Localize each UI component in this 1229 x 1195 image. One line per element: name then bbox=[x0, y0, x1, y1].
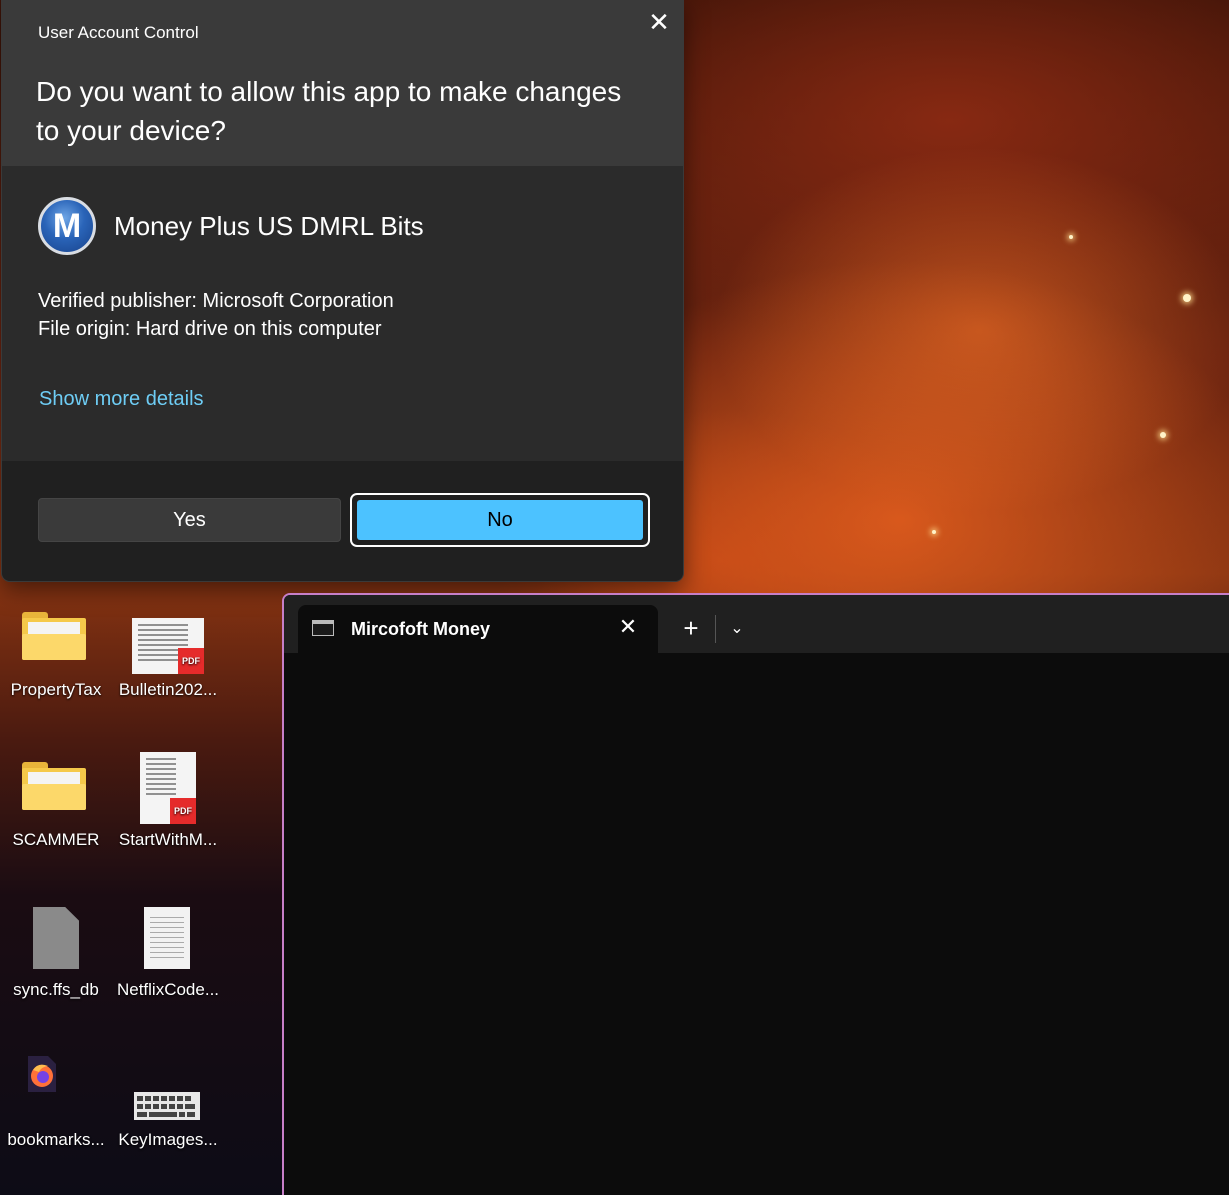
desktop-icon-label: SCAMMER bbox=[12, 830, 100, 849]
terminal-content-area[interactable] bbox=[284, 653, 1229, 1195]
desktop-icon-scammer[interactable]: SCAMMER bbox=[0, 750, 112, 860]
desktop-icon-label: NetflixCode... bbox=[116, 980, 220, 999]
pdf-file-icon: PDF bbox=[132, 618, 204, 674]
uac-window-title: User Account Control bbox=[38, 23, 199, 42]
generic-file-icon bbox=[33, 907, 79, 969]
folder-icon bbox=[22, 762, 86, 810]
desktop-icon-label: sync.ffs_db bbox=[13, 980, 99, 999]
desktop-icon-label: KeyImages... bbox=[118, 1130, 218, 1149]
tab-close-icon[interactable]: ✕ bbox=[616, 613, 640, 641]
desktop-icon-label: StartWithM... bbox=[118, 830, 218, 849]
wallpaper-star bbox=[1069, 235, 1073, 239]
wallpaper-star bbox=[932, 530, 936, 534]
pdf-badge: PDF bbox=[170, 798, 196, 824]
close-icon[interactable]: ✕ bbox=[644, 8, 674, 38]
no-button[interactable]: No bbox=[357, 500, 643, 540]
pdf-file-icon: PDF bbox=[140, 752, 196, 824]
uac-question: Do you want to allow this app to make ch… bbox=[36, 76, 622, 146]
file-origin: File origin: Hard drive on this computer bbox=[38, 318, 382, 340]
keyboard-image-icon bbox=[134, 1092, 200, 1120]
folder-icon bbox=[22, 612, 86, 660]
verified-publisher: Verified publisher: Microsoft Corporatio… bbox=[38, 290, 394, 312]
text-document-icon bbox=[144, 907, 190, 969]
desktop-icon-label: Bulletin202... bbox=[118, 680, 218, 699]
desktop-icon-netflixcode[interactable]: NetflixCode... bbox=[112, 900, 224, 1010]
money-app-icon: M bbox=[38, 197, 96, 255]
desktop-icon-bulletin[interactable]: PDF Bulletin202... bbox=[112, 600, 224, 710]
desktop-icon-label: PropertyTax bbox=[10, 680, 102, 699]
app-name: Money Plus US DMRL Bits bbox=[114, 211, 424, 241]
uac-header: User Account Control ✕ Do you want to al… bbox=[2, 0, 683, 166]
yes-button[interactable]: Yes bbox=[38, 498, 341, 542]
uac-body: M Money Plus US DMRL Bits Verified publi… bbox=[2, 166, 683, 461]
tab-title: Mircofoft Money bbox=[351, 619, 490, 639]
uac-footer: Yes No bbox=[2, 461, 683, 581]
terminal-window: Mircofoft Money ✕ + ⌄ bbox=[282, 593, 1229, 1195]
desktop-icon-startwithm[interactable]: PDF StartWithM... bbox=[112, 750, 224, 860]
show-more-details-link[interactable]: Show more details bbox=[39, 388, 204, 411]
desktop-icon-label: bookmarks... bbox=[7, 1130, 105, 1149]
chevron-down-icon[interactable]: ⌄ bbox=[725, 617, 749, 641]
console-icon bbox=[312, 620, 334, 636]
pdf-badge: PDF bbox=[178, 648, 204, 674]
terminal-tab[interactable]: Mircofoft Money ✕ bbox=[298, 605, 658, 653]
terminal-tab-bar: Mircofoft Money ✕ + ⌄ bbox=[284, 595, 1229, 653]
desktop-icon-sync-ffs-db[interactable]: sync.ffs_db bbox=[0, 900, 112, 1010]
wallpaper-star bbox=[1160, 432, 1166, 438]
new-tab-icon[interactable]: + bbox=[678, 615, 704, 643]
desktop-icon-propertytax[interactable]: PropertyTax bbox=[0, 600, 112, 710]
tab-separator bbox=[715, 615, 716, 643]
desktop-icon-keyimages[interactable]: KeyImages... bbox=[112, 1050, 224, 1160]
desktop-icon-bookmarks[interactable]: bookmarks... bbox=[0, 1050, 112, 1160]
uac-dialog: User Account Control ✕ Do you want to al… bbox=[2, 0, 683, 581]
wallpaper-star bbox=[1183, 294, 1191, 302]
firefox-html-icon bbox=[28, 1056, 56, 1092]
app-logo-letter: M bbox=[52, 206, 82, 245]
